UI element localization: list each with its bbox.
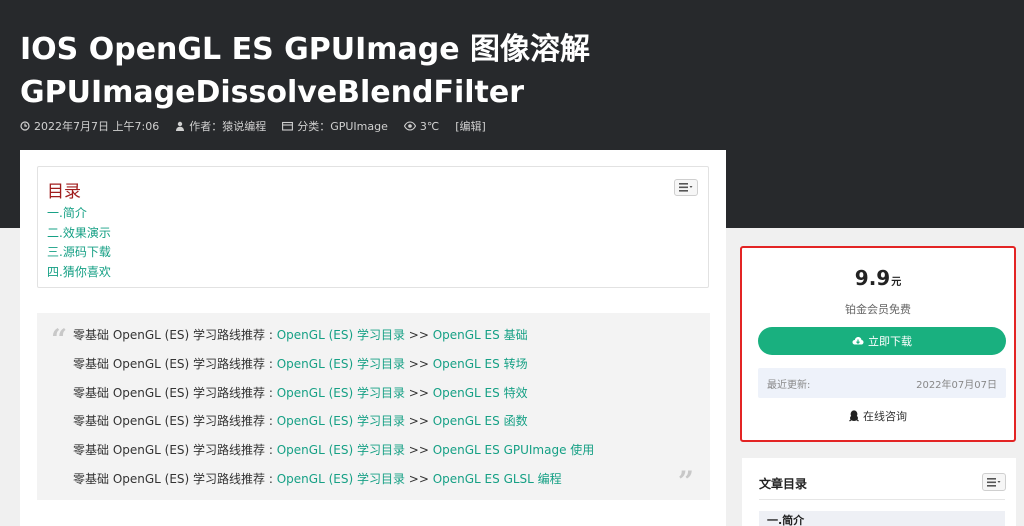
quote-link-topic[interactable]: OpenGL ES GLSL 编程 (433, 472, 562, 486)
quote-link-catalog[interactable]: OpenGL (ES) 学习目录 (277, 414, 405, 428)
last-updated-label: 最近更新: (767, 379, 811, 391)
quote-separator: >> (404, 443, 433, 458)
meta-views-text: 3℃ (419, 119, 440, 133)
toc-item[interactable]: 四.猜你喜欢 (47, 263, 111, 283)
quote-link-topic[interactable]: OpenGL ES 基础 (433, 328, 528, 342)
sidebar-toc-item[interactable]: 一.简介 (759, 511, 1005, 526)
quote-prefix: 零基础 OpenGL (ES) 学习路线推荐 : (73, 443, 277, 458)
quote-separator: >> (404, 356, 433, 371)
quote-line: 零基础 OpenGL (ES) 学习路线推荐 : OpenGL (ES) 学习目… (73, 465, 594, 494)
quote-line: 零基础 OpenGL (ES) 学习路线推荐 : OpenGL (ES) 学习目… (73, 321, 594, 350)
quote-line: 零基础 OpenGL (ES) 学习路线推荐 : OpenGL (ES) 学习目… (73, 407, 594, 436)
quote-link-topic[interactable]: OpenGL ES 转场 (433, 357, 528, 371)
close-quote-icon: ” (677, 465, 694, 498)
quote-prefix: 零基础 OpenGL (ES) 学习路线推荐 : (73, 356, 277, 371)
cloud-download-icon (852, 337, 864, 345)
quote-line: 零基础 OpenGL (ES) 学习路线推荐 : OpenGL (ES) 学习目… (73, 436, 594, 465)
download-button[interactable]: 立即下载 (758, 327, 1006, 355)
quote-prefix: 零基础 OpenGL (ES) 学习路线推荐 : (73, 471, 277, 486)
meta-author-text[interactable]: 作者：猿说编程 (189, 118, 266, 134)
toc-toggle-button[interactable] (674, 179, 698, 196)
post-meta: 2022年7月7日 上午7:06 作者：猿说编程 分类：GPUImage 3℃ … (20, 118, 502, 134)
list-toggle-icon (679, 183, 693, 192)
toc-list: 一.简介 二.效果演示 三.源码下载 四.猜你喜欢 (47, 204, 111, 282)
vip-note: 铂金会员免费 (845, 303, 911, 316)
sidebar-article-toc: 文章目录 一.简介 (742, 458, 1016, 526)
folder-icon (282, 121, 294, 131)
user-icon (176, 121, 185, 131)
online-consult-label: 在线咨询 (863, 410, 907, 423)
download-button-label: 立即下载 (868, 335, 912, 348)
eye-icon (403, 121, 416, 131)
quote-prefix: 零基础 OpenGL (ES) 学习路线推荐 : (73, 414, 277, 429)
price-value: 9.9 (854, 266, 891, 290)
sidebar-toc-title: 文章目录 (759, 477, 808, 491)
toc-box: 目录 一.简介 二.效果演示 三.源码下载 四.猜你喜欢 (37, 166, 709, 288)
quote-link-catalog[interactable]: OpenGL (ES) 学习目录 (277, 357, 405, 371)
meta-category: 分类：GPUImage (282, 118, 388, 134)
quote-link-topic[interactable]: OpenGL ES 特效 (433, 386, 528, 400)
download-card: 9.9元 铂金会员免费 立即下载 最近更新: 2022年07月07日 在线咨询 (740, 246, 1016, 442)
quote-separator: >> (404, 385, 433, 400)
quote-separator: >> (404, 328, 433, 342)
quote-link-topic[interactable]: OpenGL ES 函数 (433, 414, 528, 428)
quote-link-catalog[interactable]: OpenGL (ES) 学习目录 (277, 443, 405, 457)
learning-path-quote: “ 零基础 OpenGL (ES) 学习路线推荐 : OpenGL (ES) 学… (37, 313, 710, 500)
quote-prefix: 零基础 OpenGL (ES) 学习路线推荐 : (73, 328, 277, 342)
quote-link-catalog[interactable]: OpenGL (ES) 学习目录 (277, 328, 405, 342)
article-body: 目录 一.简介 二.效果演示 三.源码下载 四.猜你喜欢 “ 零基础 OpenG… (20, 150, 726, 526)
quote-separator: >> (404, 414, 433, 429)
divider (759, 499, 1005, 500)
meta-date-text: 2022年7月7日 上午7:06 (34, 120, 160, 133)
meta-category-text[interactable]: 分类：GPUImage (297, 118, 388, 134)
quote-line: 零基础 OpenGL (ES) 学习路线推荐 : OpenGL (ES) 学习目… (73, 350, 594, 379)
quote-link-catalog[interactable]: OpenGL (ES) 学习目录 (277, 386, 405, 400)
price: 9.9元 (742, 266, 1014, 290)
sidebar-toc-toggle-button[interactable] (982, 473, 1006, 491)
toc-item[interactable]: 三.源码下载 (47, 243, 111, 263)
quote-separator: >> (404, 471, 433, 486)
quote-prefix: 零基础 OpenGL (ES) 学习路线推荐 : (73, 385, 277, 400)
last-updated-value: 2022年07月07日 (916, 379, 997, 391)
toc-item[interactable]: 二.效果演示 (47, 224, 111, 244)
quote-lines: 零基础 OpenGL (ES) 学习路线推荐 : OpenGL (ES) 学习目… (73, 321, 594, 494)
quote-link-catalog[interactable]: OpenGL (ES) 学习目录 (277, 472, 405, 486)
last-updated: 最近更新: 2022年07月07日 (758, 368, 1006, 398)
toc-title: 目录 (47, 182, 81, 202)
quote-line: 零基础 OpenGL (ES) 学习路线推荐 : OpenGL (ES) 学习目… (73, 379, 594, 408)
page-title: IOS OpenGL ES GPUImage 图像溶解 GPUImageDiss… (20, 32, 591, 110)
edit-link[interactable]: [编辑] (455, 118, 486, 134)
meta-date: 2022年7月7日 上午7:06 (20, 118, 159, 134)
open-quote-icon: “ (51, 323, 68, 356)
qq-penguin-icon (849, 410, 859, 422)
quote-link-topic[interactable]: OpenGL ES GPUImage 使用 (433, 443, 595, 457)
toc-item[interactable]: 一.简介 (47, 204, 111, 224)
price-currency: 元 (891, 277, 902, 288)
meta-author: 作者：猿说编程 (175, 118, 266, 134)
list-toggle-icon (987, 477, 1001, 487)
online-consult-link[interactable]: 在线咨询 (742, 408, 1014, 424)
meta-views: 3℃ (403, 119, 440, 133)
clock-icon (20, 121, 30, 131)
